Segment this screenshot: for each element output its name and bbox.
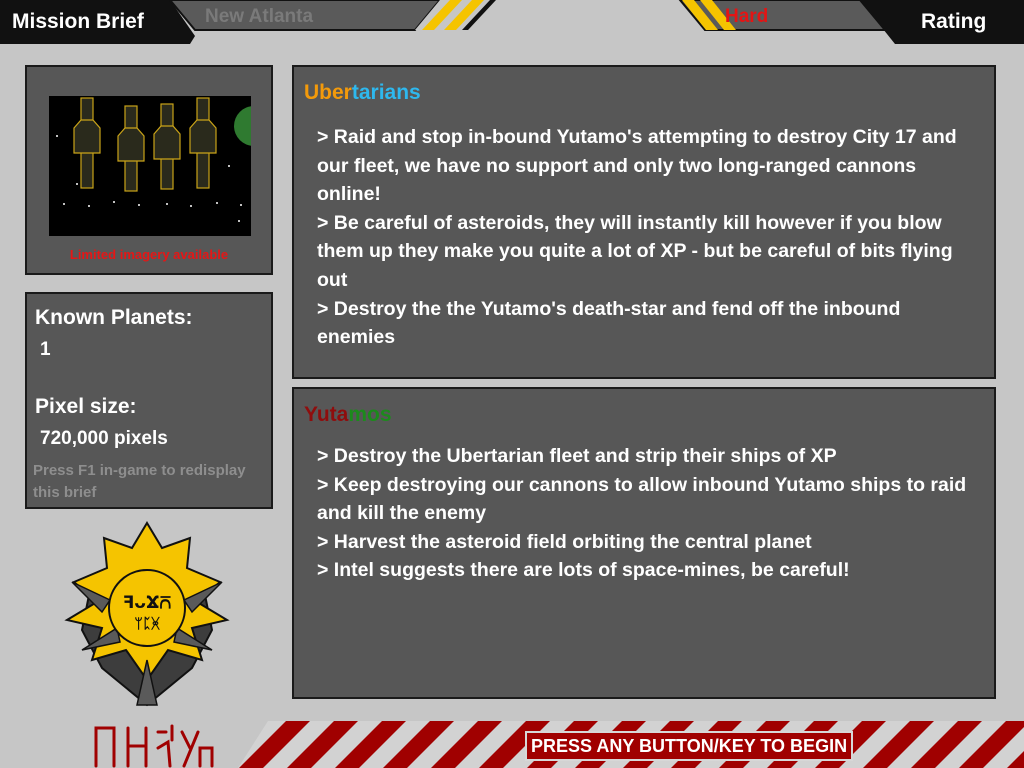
known-planets-label: Known Planets: — [35, 306, 193, 329]
objective-item: > Be careful of asteroids, they will ins… — [317, 211, 953, 291]
yutamos-title-part2: mos — [348, 403, 392, 426]
ubertarians-title-part2: tarians — [351, 81, 421, 104]
objective-item: > Harvest the asteroid field orbiting th… — [317, 530, 812, 553]
top-bar — [0, 0, 1024, 44]
objective-item: > Raid and stop in-bound Yutamo's attemp… — [317, 126, 957, 206]
ubertarians-title-part1: Uber — [304, 81, 352, 104]
fleet-preview-image — [49, 96, 251, 236]
info-panel: Known Planets: 1 Pixel size: 720,000 pix… — [25, 292, 273, 509]
ubertarians-objectives: > Raid and stop in-bound Yutamo's attemp… — [317, 123, 982, 352]
yutamos-title: Yutamos — [304, 403, 392, 427]
yutamos-objectives: > Destroy the Ubertarian fleet and strip… — [317, 442, 967, 585]
tab-rating[interactable]: Rating — [921, 10, 986, 34]
image-caption: Limited imagery available — [69, 247, 229, 262]
objective-item: > Destroy the Ubertarian fleet and strip… — [317, 445, 837, 467]
objective-item: > Intel suggests there are lots of space… — [317, 559, 850, 582]
press-any-key-prompt[interactable]: PRESS ANY BUTTON/KEY TO BEGIN — [527, 733, 852, 759]
yutamos-title-part1: Yuta — [304, 403, 349, 426]
difficulty-label: Hard — [725, 6, 769, 27]
emblem-glyphs-top: ꟻᴗϪ⩃ — [123, 593, 172, 613]
objective-item: > Destroy the the Yutamo's death-star an… — [317, 297, 901, 349]
known-planets-value: 1 — [40, 339, 51, 360]
pixel-size-label: Pixel size: — [35, 395, 137, 418]
yutamos-panel: Yutamos > Destroy the Ubertarian fleet a… — [292, 387, 996, 699]
pixel-size-value: 720,000 pixels — [40, 428, 168, 449]
faction-emblem-icon: ꟻᴗϪ⩃ ᛘᛈᚸ — [64, 521, 230, 707]
ubertarians-panel: Ubertarians > Raid and stop in-bound Yut… — [292, 65, 996, 379]
preview-panel: Limited imagery available — [25, 65, 273, 275]
hint-text: Press F1 in-game to redisplay this brief — [33, 462, 246, 501]
tab-mission-brief[interactable]: Mission Brief — [12, 10, 144, 34]
ubertarians-title: Ubertarians — [304, 81, 421, 105]
objective-item: > Keep destroying our cannons to allow i… — [317, 473, 967, 525]
emblem-glyphs-bottom: ᛘᛈᚸ — [134, 616, 160, 632]
signature-glyphs-icon — [94, 724, 214, 768]
location-name: New Atlanta — [205, 6, 314, 27]
